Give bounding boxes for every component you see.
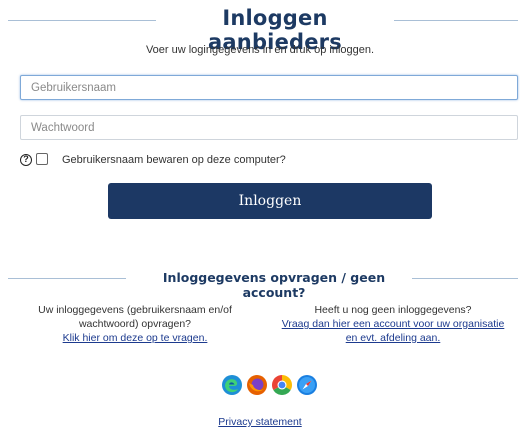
remember-label: Gebruikersnaam bewaren op deze computer? [62, 154, 286, 166]
title-divider-right [394, 20, 518, 21]
info-section-header: Inloggegevens opvragen / geen account? [8, 270, 518, 300]
info-section-title: Inloggegevens opvragen / geen account? [162, 270, 386, 300]
footer: Privacy statement [0, 416, 520, 428]
supported-browsers [222, 375, 322, 397]
help-icon[interactable]: ? [20, 154, 32, 166]
login-button[interactable]: Inloggen [108, 183, 432, 219]
title-divider-left [8, 20, 156, 21]
firefox-icon [247, 375, 267, 395]
privacy-statement-link[interactable]: Privacy statement [218, 416, 301, 428]
request-account-link[interactable]: Vraag dan hier een account voor uw organ… [268, 317, 518, 345]
password-field[interactable] [20, 115, 518, 140]
header: Inloggen aanbieders [8, 6, 518, 54]
edge-icon [222, 375, 242, 395]
request-account-block: Heeft u nog geen inloggegevens? Vraag da… [268, 303, 518, 345]
remember-checkbox[interactable] [36, 153, 48, 165]
section-divider-left [8, 278, 126, 279]
request-credentials-block: Uw inloggegevens (gebruikersnaam en/of w… [10, 303, 260, 345]
request-credentials-link[interactable]: Klik hier om deze op te vragen. [10, 331, 260, 345]
page-subtitle: Voer uw logingegevens in en druk op inlo… [145, 44, 375, 56]
request-account-text: Heeft u nog geen inloggegevens? [314, 304, 472, 316]
chrome-icon [272, 375, 292, 395]
safari-icon [297, 375, 317, 395]
request-credentials-text: Uw inloggegevens (gebruikersnaam en/of w… [38, 304, 232, 330]
username-field[interactable] [20, 75, 518, 100]
section-divider-right [412, 278, 518, 279]
